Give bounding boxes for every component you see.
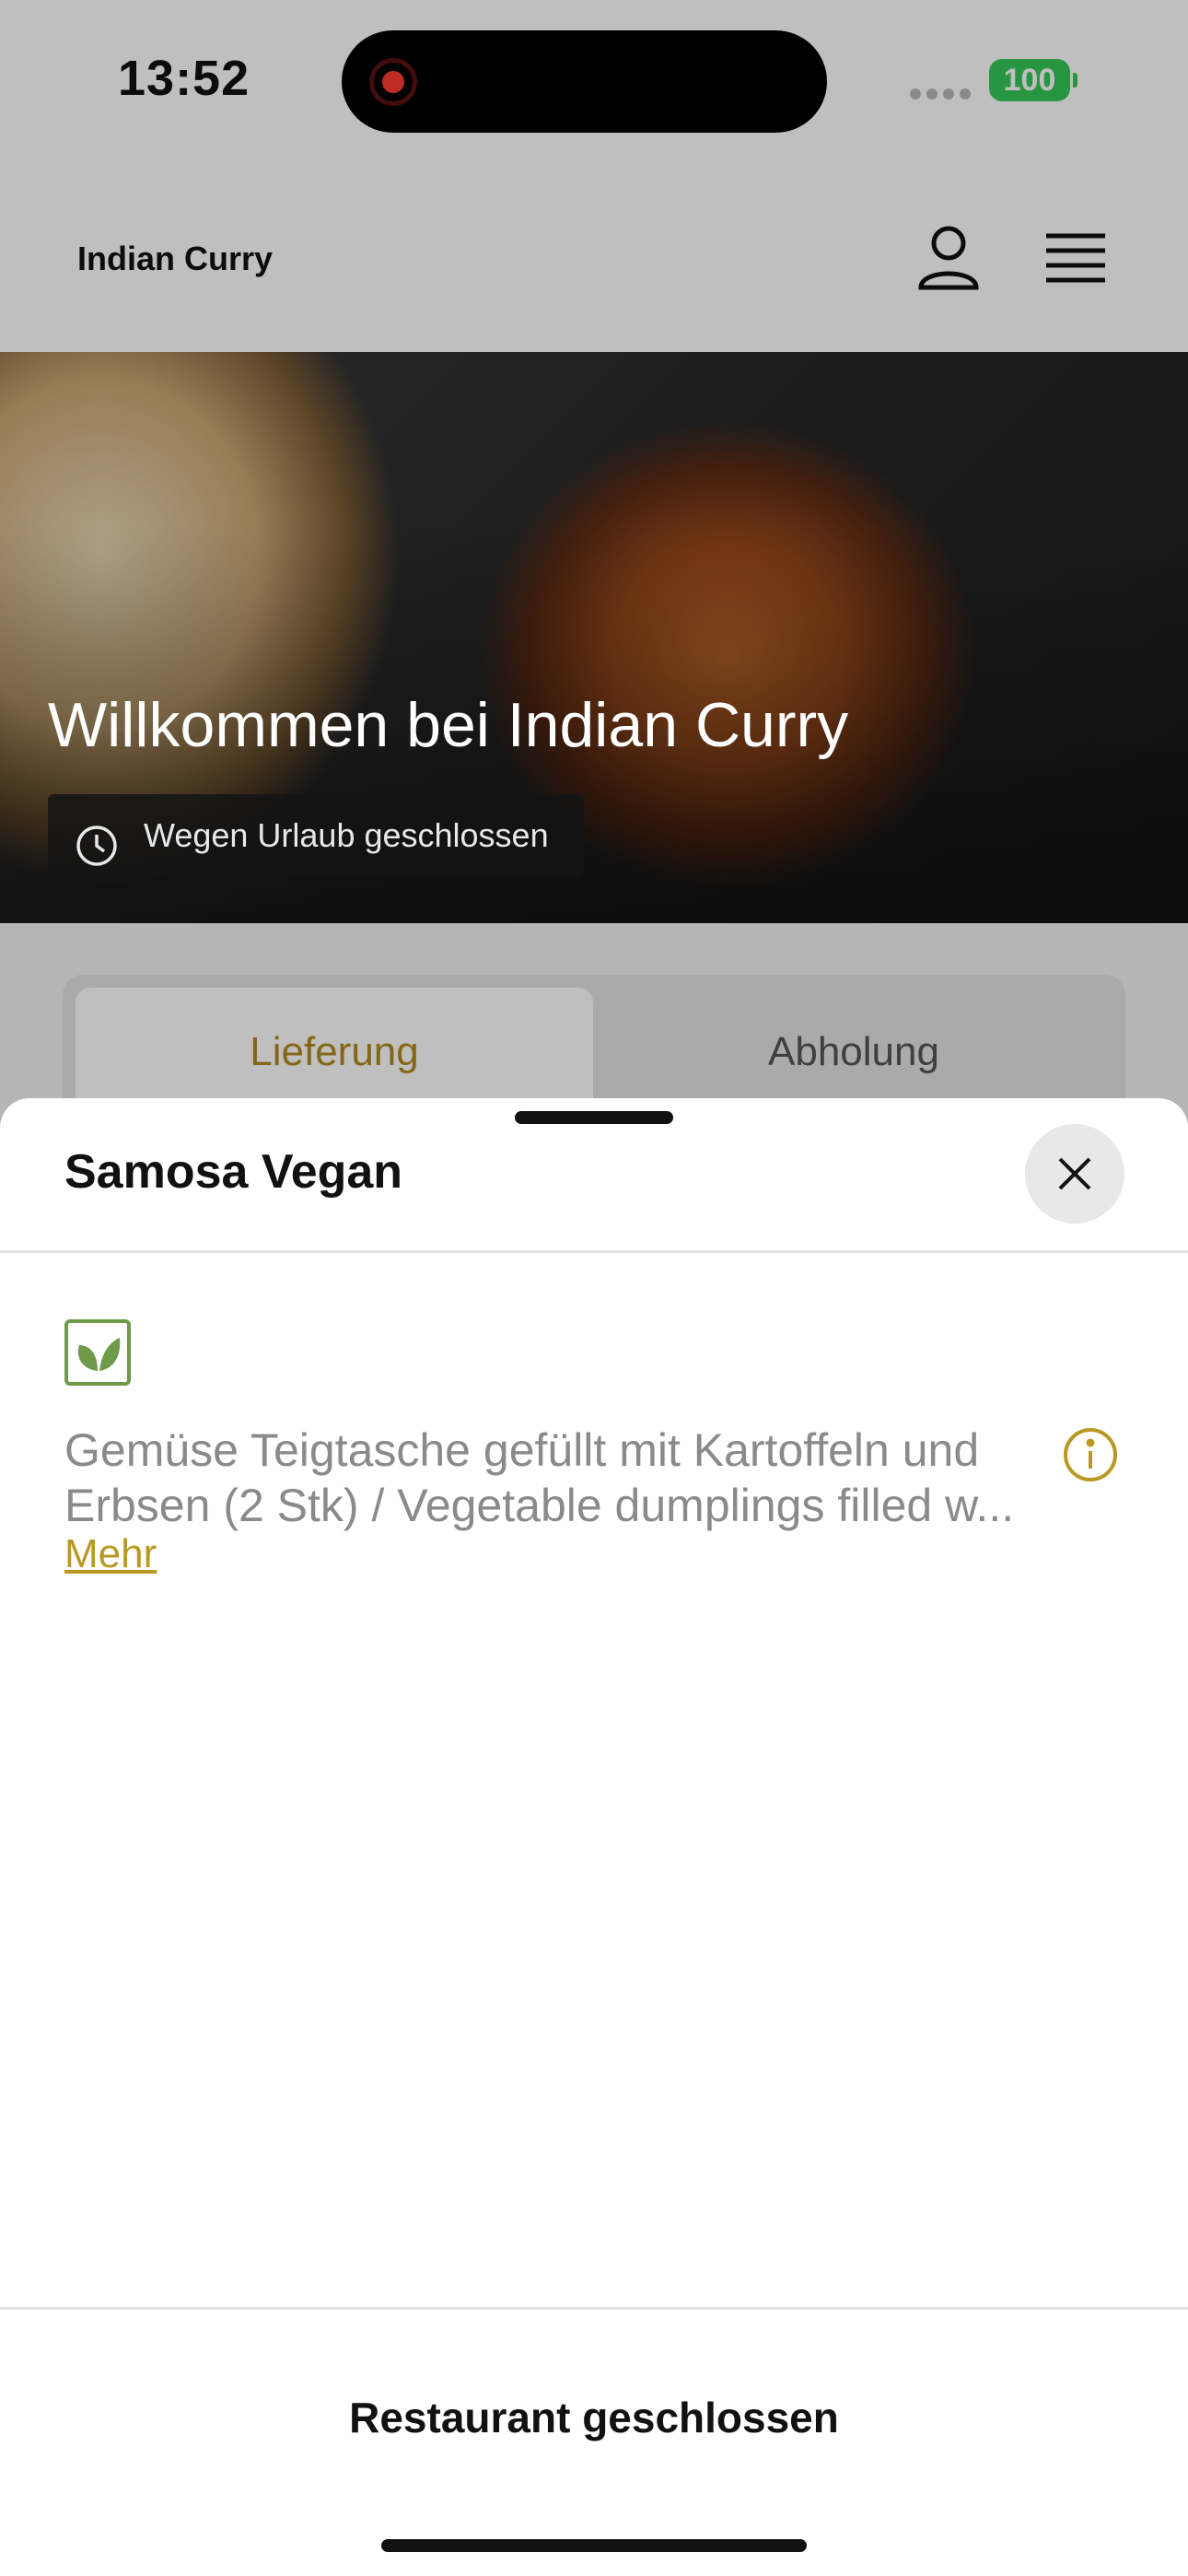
sheet-grabber[interactable] — [515, 1111, 673, 1124]
more-link[interactable]: Mehr — [64, 1531, 157, 1577]
leaf-icon — [77, 1338, 121, 1371]
close-button[interactable] — [1025, 1124, 1124, 1224]
closed-status-text: Wegen Urlaub geschlossen — [144, 816, 549, 854]
closed-status-badge: Wegen Urlaub geschlossen — [48, 794, 584, 877]
close-icon — [1058, 1157, 1091, 1190]
sheet-footer: Restaurant geschlossen — [0, 2307, 1188, 2576]
sheet-divider — [0, 1250, 1188, 1253]
vegan-badge — [64, 1319, 131, 1386]
product-description: Gemüse Teigtasche gefüllt mit Kartoffeln… — [64, 1424, 1015, 1531]
product-detail-sheet: Samosa Vegan Gemüse Teigtasche gefüllt m… — [0, 1098, 1188, 2576]
info-icon[interactable] — [1062, 1426, 1119, 1483]
hero-title: Willkommen bei Indian Curry — [48, 690, 849, 760]
restaurant-closed-button[interactable]: Restaurant geschlossen — [0, 2393, 1188, 2442]
clock-icon — [76, 814, 118, 866]
product-title: Samosa Vegan — [64, 1145, 403, 1199]
home-indicator[interactable] — [381, 2539, 807, 2552]
